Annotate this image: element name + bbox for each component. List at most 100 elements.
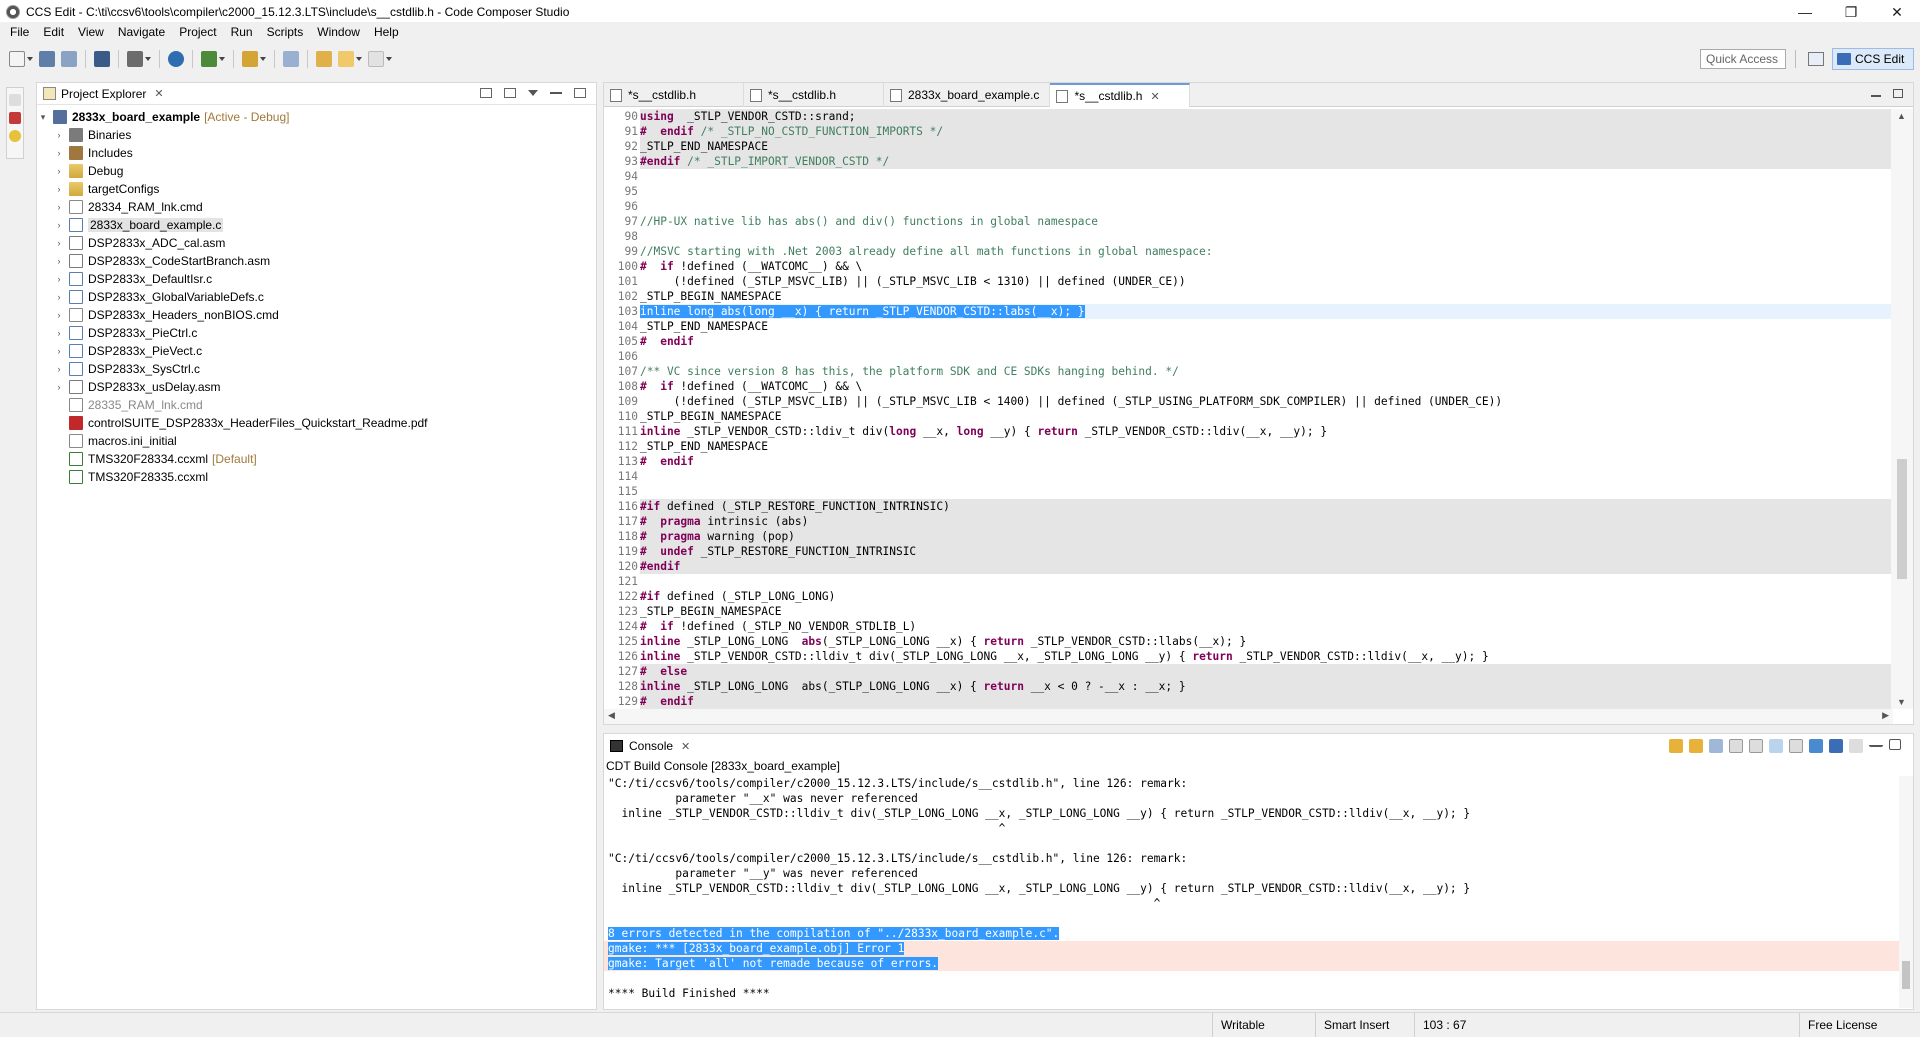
search-icon[interactable] <box>168 51 184 67</box>
code-line[interactable]: 105 # endif <box>604 334 1891 349</box>
code-line[interactable]: 113 # endif <box>604 454 1891 469</box>
build-hammer-icon[interactable] <box>127 51 143 67</box>
close-icon[interactable]: ✕ <box>1150 90 1159 103</box>
tip-bulb-icon[interactable] <box>9 130 21 142</box>
editor-tab[interactable]: *s__cstdlib.h <box>744 83 884 107</box>
console-view-menu-icon[interactable] <box>1849 739 1863 753</box>
chevron-right-icon[interactable]: › <box>53 274 65 284</box>
code-line[interactable]: 104 _STLP_END_NAMESPACE <box>604 319 1891 334</box>
scroll-right-icon[interactable]: ▶ <box>1882 710 1889 721</box>
tree-item[interactable]: › Binaries <box>37 126 596 144</box>
code-line[interactable]: 125 inline _STLP_LONG_LONG abs(_STLP_LONG… <box>604 634 1891 649</box>
chevron-right-icon[interactable]: › <box>53 202 65 212</box>
editor-tab[interactable]: *s__cstdlib.h ✕ <box>1050 83 1191 107</box>
chevron-right-icon[interactable]: › <box>53 220 65 230</box>
maximize-button[interactable]: ❐ <box>1828 0 1874 24</box>
code-line[interactable]: 127 # else <box>604 664 1891 679</box>
chevron-right-icon[interactable]: › <box>53 292 65 302</box>
ccs-edit-perspective-button[interactable]: CCS Edit <box>1832 48 1914 70</box>
chevron-right-icon[interactable]: › <box>53 238 65 248</box>
scroll-down-icon[interactable]: ▼ <box>1897 697 1906 707</box>
code-line[interactable]: 92 _STLP_END_NAMESPACE <box>604 139 1891 154</box>
code-line[interactable]: 123 _STLP_BEGIN_NAMESPACE <box>604 604 1891 619</box>
tree-item[interactable]: › DSP2833x_SysCtrl.c <box>37 360 596 378</box>
menu-scripts[interactable]: Scripts <box>260 25 311 39</box>
forward-arrow-icon[interactable] <box>368 51 384 67</box>
code-line[interactable]: 119 # undef _STLP_RESTORE_FUNCTION_INTRIN… <box>604 544 1891 559</box>
tree-item[interactable]: › targetConfigs <box>37 180 596 198</box>
tree-item[interactable]: TMS320F28335.ccxml <box>37 468 596 486</box>
maximize-view-icon[interactable] <box>574 88 586 98</box>
pin-console-icon[interactable] <box>1789 739 1803 753</box>
chevron-right-icon[interactable]: › <box>53 148 65 158</box>
save-icon[interactable] <box>39 51 55 67</box>
chevron-right-icon[interactable]: › <box>53 184 65 194</box>
code-line[interactable]: 107/** VC since version 8 has this, the … <box>604 364 1891 379</box>
console-vertical-scrollbar[interactable] <box>1899 776 1913 1008</box>
open-perspective-icon[interactable] <box>1808 52 1824 66</box>
code-line[interactable]: 116 #if defined (_STLP_RESTORE_FUNCTION_I… <box>604 499 1891 514</box>
code-line[interactable]: 91 # endif /* _STLP_NO_CSTD_FUNCTION_IMPO… <box>604 124 1891 139</box>
chevron-right-icon[interactable]: › <box>53 346 65 356</box>
menu-project[interactable]: Project <box>172 25 223 39</box>
close-window-button[interactable]: ✕ <box>1874 0 1920 24</box>
console-view-icon[interactable] <box>94 51 110 67</box>
editor-vertical-scrollbar[interactable]: ▲ ▼ <box>1891 109 1913 709</box>
code-line[interactable]: 94 <box>604 169 1891 184</box>
quick-access-field[interactable]: Quick Access <box>1700 49 1786 69</box>
chevron-right-icon[interactable]: › <box>53 364 65 374</box>
code-line[interactable]: 109 (!defined (_STLP_MSVC_LIB) || (_STLP… <box>604 394 1891 409</box>
code-line[interactable]: 106 <box>604 349 1891 364</box>
next-error-icon[interactable] <box>1669 739 1683 753</box>
code-line[interactable]: 97//HP-UX native lib has abs() and div()… <box>604 214 1891 229</box>
minimize-view-icon[interactable] <box>550 88 562 94</box>
scroll-lock-icon[interactable] <box>1749 739 1763 753</box>
code-line[interactable]: 102 _STLP_BEGIN_NAMESPACE <box>604 289 1891 304</box>
editor-horizontal-scrollbar[interactable]: ◀ ▶ <box>604 709 1893 724</box>
toggle-mark-occurrences-icon[interactable] <box>283 51 299 67</box>
editor-tab[interactable]: 2833x_board_example.c <box>884 83 1051 107</box>
link-with-editor-icon[interactable] <box>504 88 516 98</box>
chevron-right-icon[interactable]: › <box>53 328 65 338</box>
problems-icon[interactable] <box>9 112 21 124</box>
tree-item[interactable]: › Includes <box>37 144 596 162</box>
tree-project-root[interactable]: ▾ 2833x_board_example [Active - Debug] <box>37 108 596 126</box>
debug-bug-icon[interactable] <box>201 51 217 67</box>
back-arrow-icon[interactable] <box>338 51 354 67</box>
word-wrap-icon[interactable] <box>1769 739 1783 753</box>
code-line[interactable]: 118 # pragma warning (pop) <box>604 529 1891 544</box>
link-console-icon[interactable] <box>1709 739 1723 753</box>
code-line[interactable]: 120 #endif <box>604 559 1891 574</box>
menu-file[interactable]: File <box>3 25 36 39</box>
code-line[interactable]: 95 <box>604 184 1891 199</box>
chevron-down-icon[interactable]: ▾ <box>37 112 49 123</box>
menu-run[interactable]: Run <box>224 25 260 39</box>
open-console-icon[interactable] <box>1829 739 1843 753</box>
maximize-editor-icon[interactable] <box>1893 89 1903 98</box>
last-edit-location-icon[interactable] <box>316 51 332 67</box>
editor-tab[interactable]: *s__cstdlib.h <box>604 83 744 107</box>
code-line[interactable]: 122 #if defined (_STLP_LONG_LONG) <box>604 589 1891 604</box>
tree-item[interactable]: controlSUITE_DSP2833x_HeaderFiles_Quicks… <box>37 414 596 432</box>
code-line[interactable]: 99//MSVC starting with .Net 2003 already… <box>604 244 1891 259</box>
view-menu-icon[interactable] <box>528 90 538 96</box>
code-line[interactable]: 101 (!defined (_STLP_MSVC_LIB) || (_STLP… <box>604 274 1891 289</box>
chevron-right-icon[interactable]: › <box>53 130 65 140</box>
display-console-icon[interactable] <box>1809 739 1823 753</box>
scroll-thumb[interactable] <box>1902 961 1910 989</box>
chevron-right-icon[interactable]: › <box>53 382 65 392</box>
tree-item[interactable]: TMS320F28334.ccxml [Default] <box>37 450 596 468</box>
minimize-view-icon[interactable] <box>1869 739 1883 747</box>
menu-navigate[interactable]: Navigate <box>111 25 172 39</box>
menu-window[interactable]: Window <box>310 25 367 39</box>
tab-console[interactable]: Console <box>629 739 673 753</box>
minimize-editor-icon[interactable] <box>1871 89 1881 97</box>
code-line[interactable]: 93 #endif /* _STLP_IMPORT_VENDOR_CSTD */ <box>604 154 1891 169</box>
tree-item[interactable]: macros.ini_initial <box>37 432 596 450</box>
scroll-up-icon[interactable]: ▲ <box>1897 111 1906 121</box>
restore-icon[interactable] <box>9 94 21 106</box>
menu-help[interactable]: Help <box>367 25 406 39</box>
code-line[interactable]: 111 inline _STLP_VENDOR_CSTD::ldiv_t div(… <box>604 424 1891 439</box>
code-line[interactable]: 114 <box>604 469 1891 484</box>
code-line[interactable]: 126 inline _STLP_VENDOR_CSTD::lldiv_t div… <box>604 649 1891 664</box>
